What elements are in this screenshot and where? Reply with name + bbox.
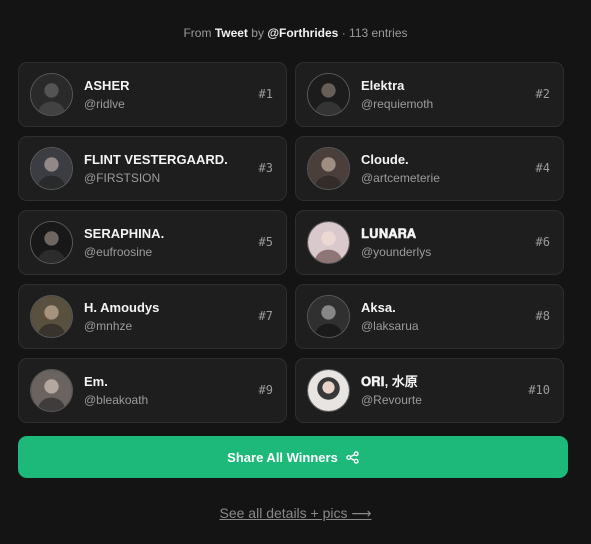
see-all-details-link[interactable]: See all details + pics ⟶: [0, 505, 591, 522]
share-button-label: Share All Winners: [227, 449, 338, 465]
winner-card[interactable]: SERAPHINA. @eufroosine #5: [18, 210, 287, 275]
winner-card[interactable]: Cloude. @artcemeterie #4: [295, 136, 564, 201]
avatar: [30, 369, 73, 412]
from-label: From: [183, 26, 212, 40]
winner-name: FLINT VESTERGAARD.: [84, 151, 228, 167]
winner-name: Cloude.: [361, 151, 409, 167]
winner-rank: #1: [258, 87, 273, 101]
winner-rank: #2: [535, 87, 550, 101]
winner-card[interactable]: ASHER @ridlve #1: [18, 62, 287, 127]
source-type: Tweet: [214, 26, 248, 40]
winner-rank: #6: [535, 235, 550, 249]
entries-count: · 113 entries: [341, 26, 408, 40]
avatar: [30, 73, 73, 116]
winner-handle: @FIRSTSION: [84, 170, 161, 185]
winner-handle: @younderlys: [361, 244, 432, 259]
winner-name: 𝐋𝐔𝐍𝐀𝐑𝐀: [361, 225, 416, 241]
winner-card[interactable]: Aksa. @laksarua #8: [295, 284, 564, 349]
winner-rank: #5: [258, 235, 273, 249]
winner-card[interactable]: Em. @bleakoath #9: [18, 358, 287, 423]
winner-card[interactable]: 𝐋𝐔𝐍𝐀𝐑𝐀 @younderlys #6: [295, 210, 564, 275]
winner-name: Aksa.: [361, 299, 396, 315]
share-icon: [346, 450, 359, 464]
by-label: by: [251, 26, 264, 40]
winners-grid: ASHER @ridlve #1 Elektra @requiemoth #2 …: [18, 62, 564, 423]
winner-handle: @mnhze: [84, 318, 133, 333]
winner-name: Em.: [84, 373, 108, 389]
winner-handle: @laksarua: [361, 318, 419, 333]
winner-rank: #8: [535, 309, 550, 323]
winner-rank: #4: [535, 161, 550, 175]
winner-name: ASHER: [84, 77, 130, 93]
winner-handle: @bleakoath: [84, 392, 149, 407]
winner-card[interactable]: 𝐎𝐑𝐈, 水原 @Revourte #10: [295, 358, 564, 423]
winner-name: Elektra: [361, 77, 405, 93]
winner-rank: #3: [258, 161, 273, 175]
winner-name: SERAPHINA.: [84, 225, 165, 241]
avatar: [30, 295, 73, 338]
share-all-winners-button[interactable]: Share All Winners: [18, 436, 568, 478]
avatar: [307, 73, 350, 116]
avatar: [307, 147, 350, 190]
winner-card[interactable]: H. Amoudys @mnhze #7: [18, 284, 287, 349]
winner-handle: @requiemoth: [361, 96, 434, 111]
winner-handle: @eufroosine: [84, 244, 153, 259]
winner-handle: @artcemeterie: [361, 170, 440, 185]
winner-handle: @ridlve: [84, 96, 125, 111]
author-handle: @Forthrides: [267, 26, 339, 40]
source-line: From Tweet by @Forthrides · 113 entries: [0, 26, 591, 40]
winner-rank: #10: [528, 383, 550, 397]
winner-name: H. Amoudys: [84, 299, 160, 315]
avatar: [307, 221, 350, 264]
avatar: [30, 147, 73, 190]
winner-name: 𝐎𝐑𝐈, 水原: [361, 373, 418, 389]
winner-handle: @Revourte: [361, 392, 422, 407]
winner-card[interactable]: Elektra @requiemoth #2: [295, 62, 564, 127]
winner-rank: #9: [258, 383, 273, 397]
avatar: [30, 221, 73, 264]
winner-card[interactable]: FLINT VESTERGAARD. @FIRSTSION #3: [18, 136, 287, 201]
winner-rank: #7: [258, 309, 273, 323]
avatar: [307, 295, 350, 338]
avatar: [307, 369, 350, 412]
